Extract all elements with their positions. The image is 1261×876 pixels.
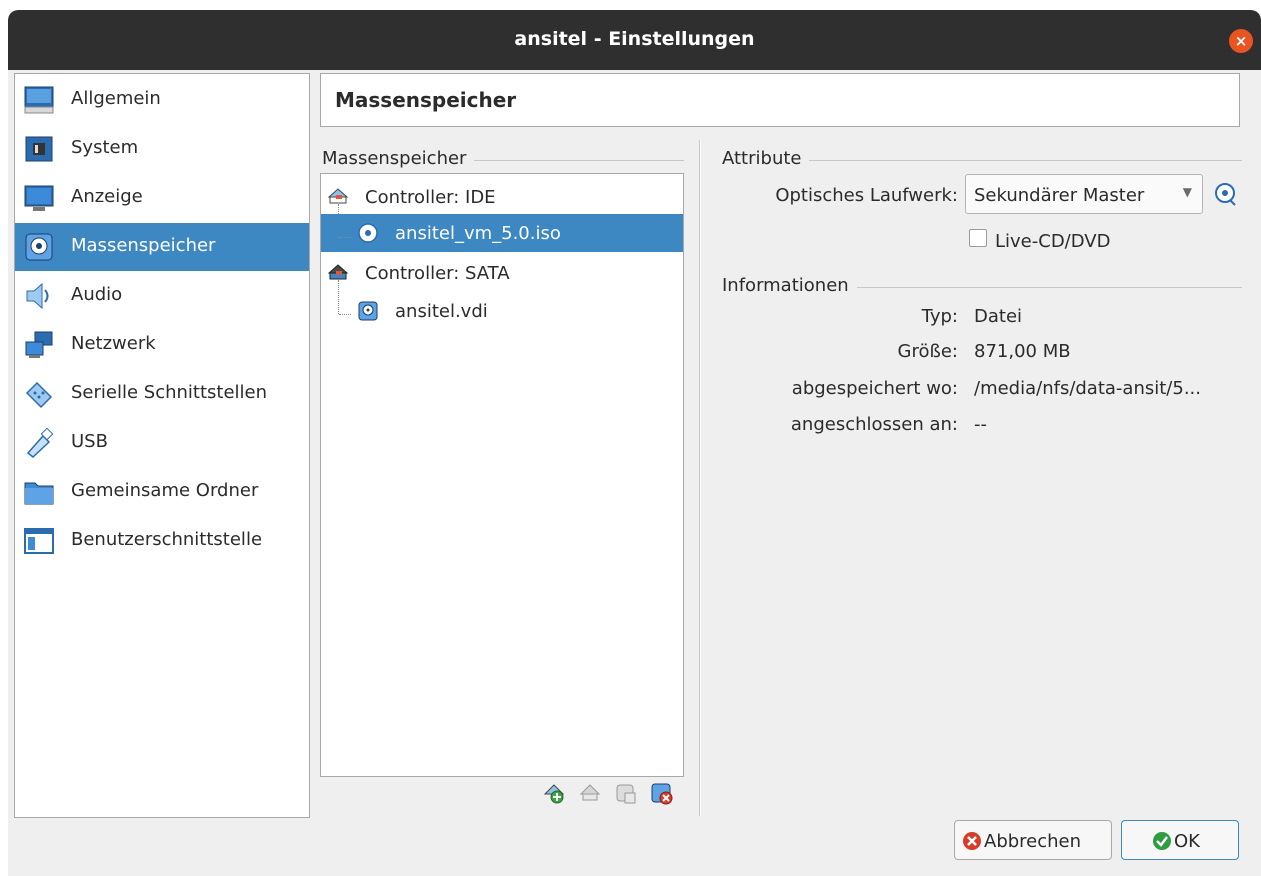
close-button[interactable]: × [1229, 29, 1253, 53]
page-header: Massenspeicher [320, 73, 1240, 127]
optical-drive-label: Optisches Laufwerk: [775, 185, 958, 206]
live-cd-checkbox[interactable] [969, 229, 987, 247]
sidebar-item-label: System [71, 137, 139, 158]
hard-disk-icon [358, 301, 378, 321]
tree-item-label: Controller: IDE [365, 187, 496, 208]
serial-port-icon [25, 381, 53, 409]
tree-item-iso[interactable]: ansitel_vm_5.0.iso [321, 214, 683, 252]
sidebar-item-system[interactable]: System [15, 125, 309, 173]
user-interface-icon [24, 528, 54, 554]
sidebar-item-label: Massenspeicher [71, 235, 216, 256]
sidebar-item-usb[interactable]: USB [15, 419, 309, 467]
ok-check-icon [1153, 832, 1171, 850]
sidebar-item-label: Serielle Schnittstellen [71, 382, 268, 403]
sidebar-item-gemeinsame-ordner[interactable]: Gemeinsame Ordner [15, 468, 309, 516]
speaker-icon [26, 282, 49, 310]
optical-drive-select[interactable]: Sekundärer Master ▼ [965, 174, 1203, 214]
add-controller-icon[interactable] [614, 782, 638, 806]
info-label-size: Größe: [897, 341, 958, 362]
network-icon [25, 331, 53, 358]
information-group-title: Informationen [722, 275, 857, 296]
sidebar-item-anzeige[interactable]: Anzeige [15, 174, 309, 222]
sidebar-item-serielle-schnittstellen[interactable]: Serielle Schnittstellen [15, 370, 309, 418]
attributes-group-title: Attribute [722, 148, 810, 169]
settings-sidebar: Allgemein System Anzeige Massenspeicher … [14, 73, 310, 818]
sidebar-item-label: Benutzerschnittstelle [71, 529, 263, 550]
optical-disc-icon [358, 223, 378, 243]
cancel-button[interactable]: Abbrechen [954, 820, 1112, 860]
sidebar-item-label: Allgemein [71, 88, 161, 109]
window-title: ansitel - Einstellungen [514, 28, 755, 50]
info-value-type: Datei [974, 306, 1023, 327]
sidebar-item-allgemein[interactable]: Allgemein [15, 76, 309, 124]
vertical-separator [699, 140, 701, 816]
choose-disk-icon[interactable] [1214, 182, 1238, 206]
remove-attachment-icon[interactable] [578, 782, 602, 806]
info-value-location: /media/nfs/data-ansit/5... [974, 378, 1201, 399]
sidebar-item-netzwerk[interactable]: Netzwerk [15, 321, 309, 369]
cancel-button-label: Abbrechen [984, 831, 1082, 852]
info-value-attached: -- [974, 414, 987, 435]
optical-drive-value: Sekundärer Master [974, 185, 1145, 206]
sidebar-item-audio[interactable]: Audio [15, 272, 309, 320]
usb-icon [26, 428, 54, 458]
page-title: Massenspeicher [335, 88, 517, 112]
tree-connector [339, 237, 351, 238]
sidebar-item-label: Netzwerk [71, 333, 156, 354]
live-cd-label: Live-CD/DVD [995, 231, 1111, 252]
ok-button-label: OK [1174, 831, 1200, 852]
chevron-down-icon: ▼ [1182, 185, 1192, 199]
tree-item-label: ansitel_vm_5.0.iso [395, 223, 561, 244]
storage-group-title: Massenspeicher [322, 148, 475, 169]
remove-controller-icon[interactable] [650, 782, 674, 806]
storage-disk-icon [25, 233, 53, 261]
folder-icon [24, 482, 54, 505]
tree-controller-sata[interactable]: Controller: SATA [321, 254, 683, 292]
title-bar[interactable]: ansitel - Einstellungen × [8, 10, 1261, 70]
storage-tree[interactable]: Controller: IDE ansitel_vm_5.0.iso Contr… [320, 173, 684, 777]
info-value-size: 871,00 MB [974, 341, 1071, 362]
tree-item-label: ansitel.vdi [395, 301, 488, 322]
sidebar-item-label: USB [71, 431, 108, 452]
chip-icon [25, 136, 53, 162]
sidebar-item-label: Audio [71, 284, 123, 305]
general-monitor-icon [24, 86, 54, 114]
info-label-location: abgespeichert wo: [791, 378, 958, 399]
ok-button[interactable]: OK [1121, 820, 1239, 860]
sidebar-item-benutzerschnittstelle[interactable]: Benutzerschnittstelle [15, 517, 309, 565]
tree-controller-ide[interactable]: Controller: IDE [321, 178, 683, 216]
display-icon [24, 185, 54, 211]
info-label-type: Typ: [921, 306, 958, 327]
tree-item-vdi[interactable]: ansitel.vdi [321, 292, 683, 330]
sidebar-item-massenspeicher[interactable]: Massenspeicher [15, 223, 309, 271]
cancel-icon [963, 832, 981, 850]
tree-item-label: Controller: SATA [365, 263, 510, 284]
sidebar-item-label: Gemeinsame Ordner [71, 480, 259, 501]
tree-connector [339, 314, 351, 315]
info-label-attached: angeschlossen an: [790, 414, 958, 435]
sidebar-item-label: Anzeige [71, 186, 143, 207]
add-attachment-icon[interactable] [542, 782, 566, 806]
